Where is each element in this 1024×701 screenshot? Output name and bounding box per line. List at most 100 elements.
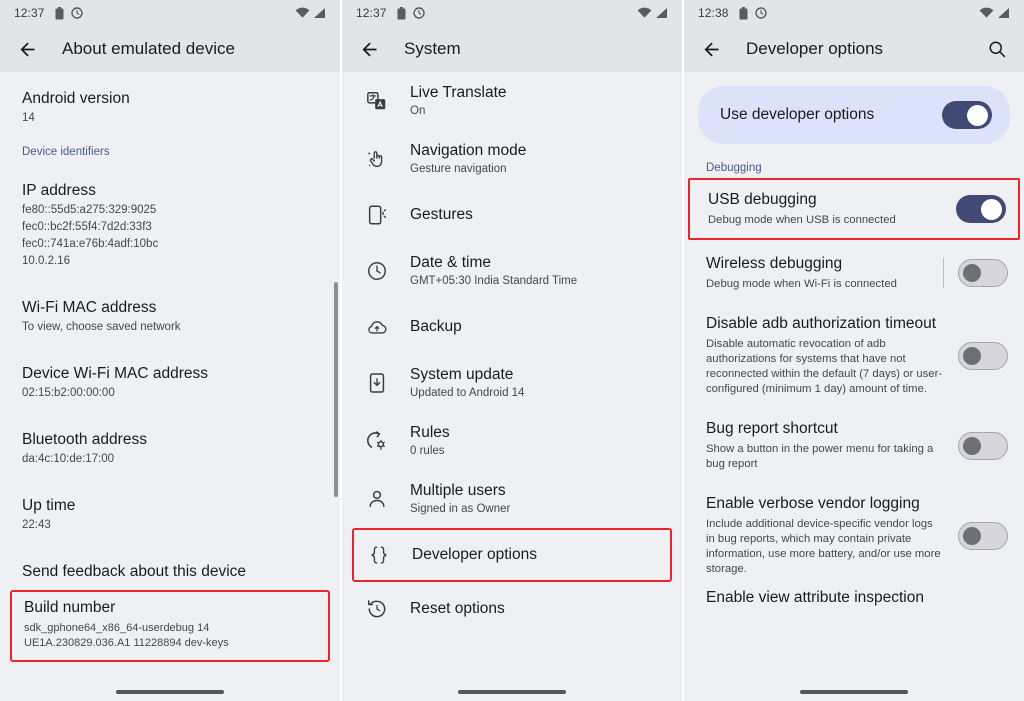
screenshot-container: 12:37 About emulated device Android vers…	[0, 0, 1024, 701]
info-line: fec0::741a:e76b:4adf:10bc	[22, 238, 159, 250]
row-label: Wireless debugging	[706, 255, 843, 272]
row-text: USB debugging Debug mode when USB is con…	[708, 190, 956, 228]
toggle-knob	[981, 198, 1002, 220]
info-send-feedback[interactable]: Send feedback about this device	[0, 553, 340, 584]
row-text: Disable adb authorization timeout Disabl…	[706, 314, 958, 397]
signal-icon	[313, 7, 326, 19]
row-text: System update Updated to Android 14	[410, 365, 524, 401]
status-right-icons	[979, 7, 1010, 19]
backup-cloud-icon	[360, 316, 394, 338]
row-text: Enable verbose vendor logging Include ad…	[706, 494, 958, 577]
back-arrow-icon[interactable]	[356, 36, 382, 62]
developer-options-scroll-body[interactable]: Use developer options Debugging USB debu…	[684, 72, 1024, 701]
status-clock: 12:37	[14, 6, 45, 20]
row-disable-adb-authorization-timeout[interactable]: Disable adb authorization timeout Disabl…	[684, 302, 1024, 407]
enable-verbose-vendor-logging-toggle[interactable]	[958, 521, 1008, 550]
about-scroll-body[interactable]: Android version 14 Device identifiers IP…	[0, 72, 340, 701]
usb-debugging-toggle[interactable]	[956, 195, 1006, 223]
toggle-knob	[963, 346, 981, 365]
row-sub: 0 rules	[410, 445, 445, 457]
info-title: Android version	[22, 90, 130, 107]
reset-options-icon	[360, 598, 394, 620]
disable-adb-authorization-timeout-toggle[interactable]	[958, 341, 1008, 370]
battery-icon	[739, 6, 748, 20]
row-enable-verbose-vendor-logging[interactable]: Enable verbose vendor logging Include ad…	[684, 482, 1024, 587]
info-android-version[interactable]: Android version 14	[0, 80, 340, 128]
use-developer-options-toggle[interactable]	[942, 101, 992, 129]
phone-panel-developer-options: 12:38 Developer options Use developer op…	[684, 0, 1024, 701]
info-title: Wi-Fi MAC address	[22, 299, 157, 316]
info-line: fe80::55d5:a275:329:9025	[22, 204, 157, 216]
wireless-debugging-toggle[interactable]	[958, 259, 1008, 287]
section-label-device-identifiers: Device identifiers	[22, 146, 110, 158]
row-text: Bug report shortcut Show a button in the…	[706, 419, 958, 472]
row-sub: Disable automatic revocation of adb auth…	[706, 338, 943, 395]
live-translate-icon	[360, 90, 394, 112]
search-icon[interactable]	[984, 36, 1010, 62]
status-right-icons	[637, 7, 668, 19]
status-bar: 12:37	[342, 0, 682, 26]
row-sub: On	[410, 105, 426, 117]
info-bluetooth-address[interactable]: Bluetooth address da:4c:10:de:17:00	[0, 421, 340, 469]
row-wireless-debugging[interactable]: Wireless debugging Debug mode when Wi-Fi…	[684, 240, 1024, 302]
navigation-mode-icon	[360, 148, 394, 170]
info-line: To view, choose saved network	[22, 321, 181, 333]
row-date-and-time[interactable]: Date & time GMT+05:30 India Standard Tim…	[342, 242, 682, 300]
status-left-icons	[397, 6, 425, 20]
developer-options-icon	[362, 544, 396, 566]
bug-report-shortcut-toggle[interactable]	[958, 431, 1008, 460]
row-sub: Gesture navigation	[410, 163, 507, 175]
row-label: Enable verbose vendor logging	[706, 495, 920, 512]
row-sub: Debug mode when Wi-Fi is connected	[706, 278, 897, 290]
row-multiple-users[interactable]: Multiple users Signed in as Owner	[342, 470, 682, 528]
row-backup[interactable]: Backup	[342, 300, 682, 354]
row-sub: Debug mode when USB is connected	[708, 214, 896, 226]
row-label: Multiple users	[410, 482, 506, 499]
row-developer-options[interactable]: Developer options	[352, 528, 672, 582]
row-rules[interactable]: Rules 0 rules	[342, 412, 682, 470]
info-ip-address[interactable]: IP address fe80::55d5:a275:329:9025 fec0…	[0, 172, 340, 271]
clock-status-icon	[412, 7, 425, 19]
multiple-users-icon	[360, 488, 394, 510]
row-live-translate[interactable]: Live Translate On	[342, 72, 682, 130]
row-bug-report-shortcut[interactable]: Bug report shortcut Show a button in the…	[684, 407, 1024, 482]
info-wifi-mac-address[interactable]: Wi-Fi MAC address To view, choose saved …	[0, 289, 340, 337]
gestures-icon	[360, 204, 394, 226]
row-text: Developer options	[412, 545, 537, 565]
back-arrow-icon[interactable]	[698, 36, 724, 62]
system-scroll-body[interactable]: Live Translate On Navigation mode Gestur…	[342, 72, 682, 701]
row-text: Enable view attribute inspection	[706, 588, 1008, 608]
scrollbar[interactable]	[334, 282, 338, 497]
status-clock: 12:37	[356, 6, 387, 20]
row-text: Multiple users Signed in as Owner	[410, 481, 510, 517]
row-system-update[interactable]: System update Updated to Android 14	[342, 354, 682, 412]
home-indicator[interactable]	[458, 690, 566, 694]
back-arrow-icon[interactable]	[14, 36, 40, 62]
row-gestures[interactable]: Gestures	[342, 188, 682, 242]
row-sub: Include additional device-specific vendo…	[706, 518, 941, 575]
status-bar: 12:38	[684, 0, 1024, 26]
home-indicator[interactable]	[116, 690, 224, 694]
page-title: System	[404, 39, 461, 58]
home-indicator[interactable]	[800, 690, 908, 694]
highlight-build-number[interactable]: Build number sdk_gphone64_x86_64-userdeb…	[10, 590, 330, 662]
info-title: Build number	[24, 599, 116, 616]
row-enable-view-attribute-inspection[interactable]: Enable view attribute inspection	[684, 587, 1024, 609]
row-label: System update	[410, 366, 514, 383]
row-sub: Show a button in the power menu for taki…	[706, 443, 934, 470]
row-label: Bug report shortcut	[706, 420, 838, 437]
clock-status-icon	[754, 7, 767, 19]
toggle-knob	[963, 264, 981, 282]
toggle-knob	[963, 436, 981, 455]
page-title: Developer options	[746, 39, 884, 58]
row-reset-options[interactable]: Reset options	[342, 582, 682, 636]
use-developer-options-row[interactable]: Use developer options	[698, 86, 1010, 144]
info-up-time[interactable]: Up time 22:43	[0, 487, 340, 535]
info-device-wifi-mac-address[interactable]: Device Wi-Fi MAC address 02:15:b2:00:00:…	[0, 355, 340, 403]
row-usb-debugging[interactable]: USB debugging Debug mode when USB is con…	[688, 178, 1020, 240]
row-navigation-mode[interactable]: Navigation mode Gesture navigation	[342, 130, 682, 188]
